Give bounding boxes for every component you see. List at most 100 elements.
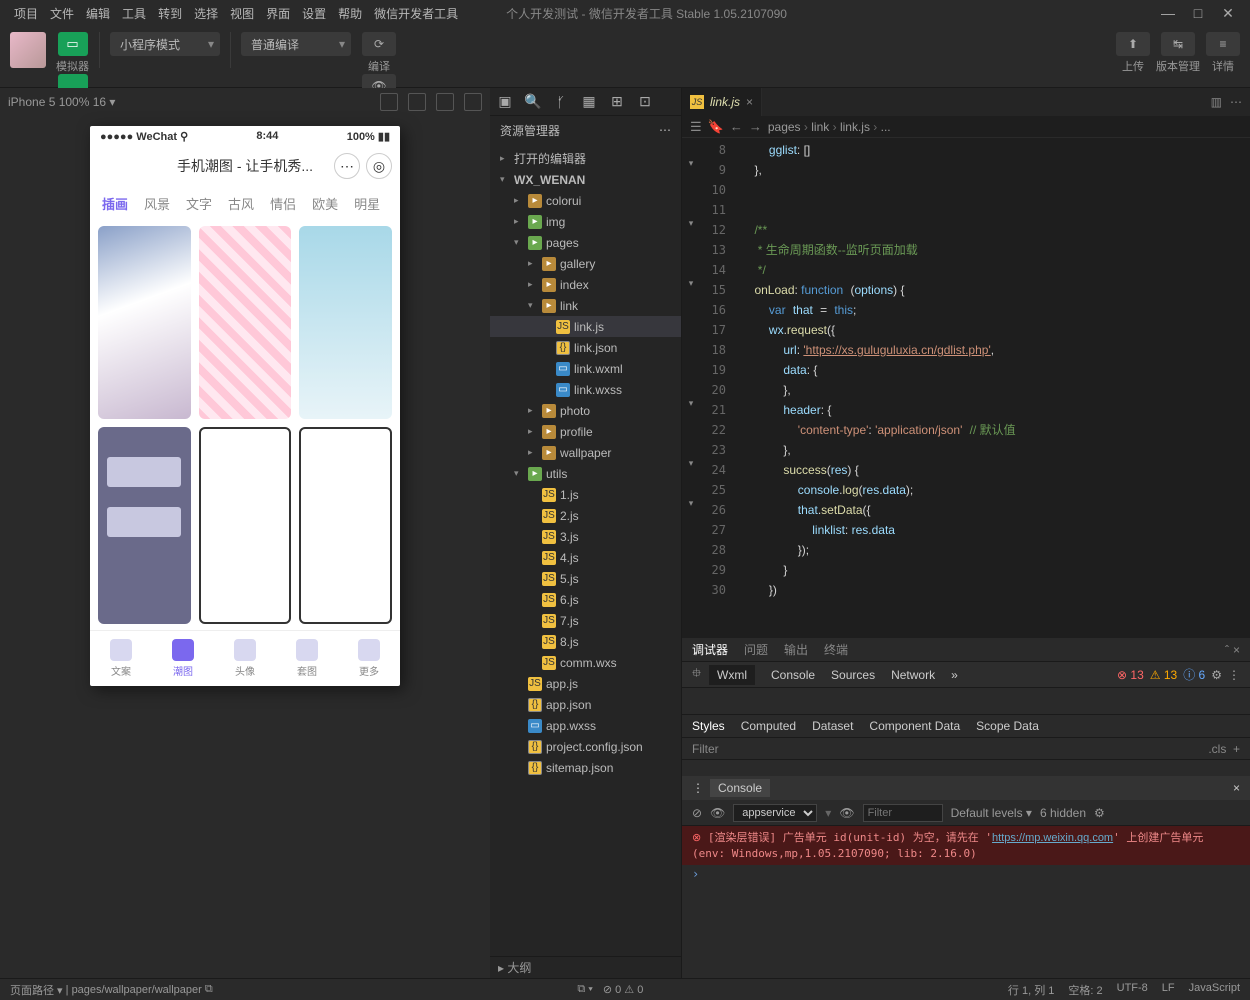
capsule-close-icon[interactable]: ◎ [366, 153, 392, 179]
collapse-icon[interactable]: ˆ [1225, 643, 1229, 657]
devtools-subtab[interactable]: Console [771, 668, 815, 682]
tree-node[interactable]: JSlink.js [490, 316, 681, 337]
cls-toggle[interactable]: .cls [1208, 742, 1226, 756]
menu-item[interactable]: 视图 [224, 5, 260, 23]
tree-node[interactable]: JSapp.js [490, 673, 681, 694]
bookmark-icon[interactable]: 🔖 [708, 119, 724, 135]
tree-node[interactable]: ▸▸gallery [490, 253, 681, 274]
forward-icon[interactable]: → [749, 119, 762, 134]
gear-icon[interactable]: ⚙ [1094, 806, 1105, 820]
tree-node[interactable]: ▾▸utils [490, 463, 681, 484]
menu-item[interactable]: 编辑 [80, 5, 116, 23]
search-icon[interactable]: 🔍 [524, 93, 542, 111]
toolbar-button[interactable]: ▭ [58, 32, 88, 56]
device-selector[interactable]: iPhone 5 100% 16 ▾ [8, 95, 115, 109]
toolbar-right-button[interactable]: ⬆ [1116, 32, 1150, 56]
styles-tab[interactable]: Computed [741, 719, 796, 733]
avatar[interactable] [10, 32, 46, 68]
styles-tab[interactable]: Scope Data [976, 719, 1039, 733]
status-item[interactable]: 空格: 2 [1068, 982, 1102, 998]
styles-tab[interactable]: Component Data [869, 719, 960, 733]
explorer-icon[interactable]: ▣ [496, 93, 514, 111]
tree-node[interactable]: JS8.js [490, 631, 681, 652]
status-item[interactable]: LF [1162, 982, 1175, 998]
filter-input[interactable]: Filter [692, 742, 719, 756]
gear-icon[interactable]: ⚙ [1211, 668, 1222, 682]
bottom-tab[interactable]: 文案 [110, 639, 132, 678]
wallpaper-card[interactable] [299, 226, 392, 419]
close-icon[interactable]: × [1233, 643, 1240, 657]
phone-simulator[interactable]: ●●●●● WeChat ⚲ 8:44 100% ▮▮ 手机潮图 - 让手机秀.… [90, 126, 400, 686]
bottom-tab[interactable]: 更多 [358, 639, 380, 678]
bottom-tab[interactable]: 头像 [234, 639, 256, 678]
inspect-icon[interactable]: ⯐ [692, 664, 701, 685]
close-tab-icon[interactable]: × [746, 95, 753, 109]
menu-item[interactable]: 设置 [296, 5, 332, 23]
tree-node[interactable]: JS6.js [490, 589, 681, 610]
page-path[interactable]: pages/wallpaper/wallpaper [72, 984, 202, 996]
menu-item[interactable]: 转到 [152, 5, 188, 23]
console-prompt[interactable]: › [682, 865, 1250, 883]
debug-icon[interactable]: ▦ [580, 93, 598, 111]
devtools-tab[interactable]: 终端 [824, 641, 848, 658]
tree-node[interactable]: {}project.config.json [490, 736, 681, 757]
scene-icon[interactable]: ⧉ ▾ [577, 983, 593, 996]
tree-node[interactable]: {}app.json [490, 694, 681, 715]
category-tab[interactable]: 文字 [186, 194, 212, 213]
tree-node[interactable]: ▸打开的编辑器 [490, 148, 681, 169]
outline-section[interactable]: ▸ 大纲 [490, 956, 681, 978]
wallpaper-card[interactable] [199, 427, 292, 624]
list-icon[interactable]: ☰ [690, 119, 702, 135]
menu-item[interactable]: 微信开发者工具 [368, 5, 464, 23]
split-icon[interactable]: ▥ [1211, 95, 1222, 109]
wallpaper-card[interactable] [98, 226, 191, 419]
close-button[interactable]: ✕ [1214, 3, 1242, 23]
status-item[interactable]: UTF-8 [1117, 982, 1148, 998]
tree-node[interactable]: ▭app.wxss [490, 715, 681, 736]
menu-item[interactable]: 选择 [188, 5, 224, 23]
eye-icon[interactable]: 👁 [839, 806, 854, 820]
devtools-subtab[interactable]: Wxml [709, 665, 755, 685]
wallpaper-card[interactable] [299, 427, 392, 624]
more-icon[interactable]: ⋯ [1230, 95, 1242, 109]
maximize-button[interactable]: □ [1184, 3, 1212, 23]
editor-tab[interactable]: JS link.js × [682, 88, 762, 116]
tree-node[interactable]: JS2.js [490, 505, 681, 526]
tree-node[interactable]: JS5.js [490, 568, 681, 589]
toolbar-action[interactable]: ⟳ [362, 32, 396, 56]
styles-tab[interactable]: Styles [692, 719, 725, 733]
tree-node[interactable]: ▸▸index [490, 274, 681, 295]
category-tab[interactable]: 情侣 [270, 194, 296, 213]
tree-node[interactable]: JS7.js [490, 610, 681, 631]
category-tab[interactable]: 明星 [354, 194, 380, 213]
tree-node[interactable]: ▾▸link [490, 295, 681, 316]
sim-icon[interactable] [436, 93, 454, 111]
tree-node[interactable]: ▭link.wxss [490, 379, 681, 400]
log-levels[interactable]: Default levels ▾ [951, 806, 1032, 820]
devtools-tab[interactable]: 调试器 [692, 641, 728, 658]
copy-icon[interactable]: ⧉ [202, 983, 213, 996]
menu-item[interactable]: 界面 [260, 5, 296, 23]
devtools-tab[interactable]: 输出 [784, 641, 808, 658]
styles-tab[interactable]: Dataset [812, 719, 853, 733]
toolbar-right-button[interactable]: ≡ [1206, 32, 1240, 56]
category-tab[interactable]: 插画 [102, 194, 128, 213]
menu-item[interactable]: 文件 [44, 5, 80, 23]
more-icon[interactable]: ⊡ [636, 93, 654, 111]
menu-item[interactable]: 项目 [8, 5, 44, 23]
bottom-tab[interactable]: 潮图 [172, 639, 194, 678]
tree-node[interactable]: ▭link.wxml [490, 358, 681, 379]
branch-icon[interactable]: ᚶ [552, 93, 570, 111]
tree-node[interactable]: {}sitemap.json [490, 757, 681, 778]
devtools-tab[interactable]: 问题 [744, 641, 768, 658]
bottom-tab[interactable]: 套图 [296, 639, 318, 678]
sim-icon[interactable] [464, 93, 482, 111]
sim-icon[interactable] [380, 93, 398, 111]
tree-node[interactable]: ▸▸profile [490, 421, 681, 442]
toolbar-right-button[interactable]: ↹ [1161, 32, 1195, 56]
clear-icon[interactable]: ⊘ [692, 806, 702, 820]
tree-node[interactable]: ▾▸pages [490, 232, 681, 253]
console-filter-input[interactable] [863, 804, 943, 822]
tree-node[interactable]: ▸▸img [490, 211, 681, 232]
tree-node[interactable]: ▸▸colorui [490, 190, 681, 211]
